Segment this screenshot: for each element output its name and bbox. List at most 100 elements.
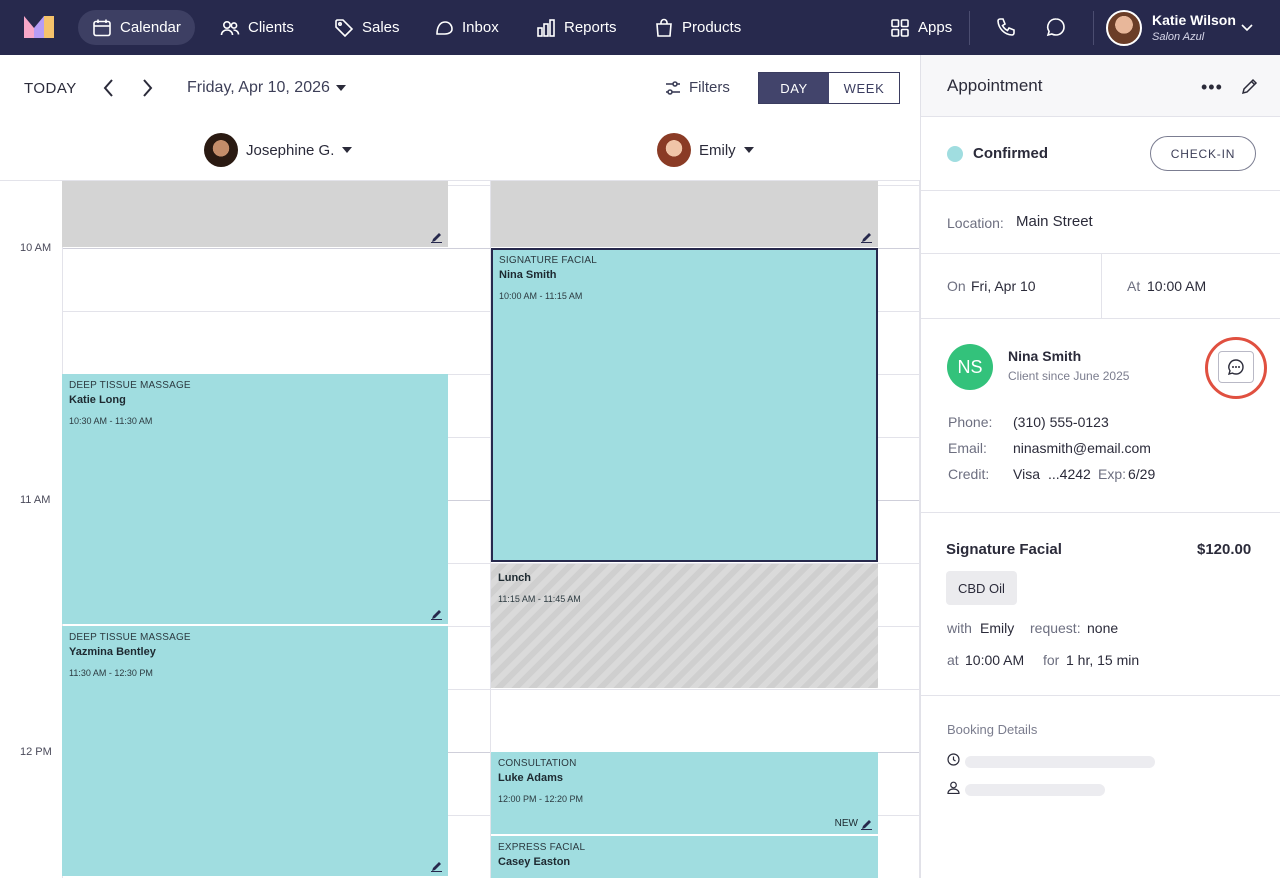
appointment-time: 10:00 AM - 11:15 AM (499, 291, 583, 301)
status-text: Confirmed (973, 145, 1048, 162)
more-options-button[interactable]: ••• (1201, 77, 1223, 98)
appointment-card-selected[interactable]: SIGNATURE FACIAL Nina Smith 10:00 AM - 1… (491, 248, 878, 562)
users-icon (220, 20, 240, 35)
view-week-button[interactable]: WEEK (829, 73, 899, 103)
divider (921, 190, 1280, 191)
sliders-icon (666, 80, 680, 95)
exp-value: 6/29 (1128, 466, 1156, 482)
appointment-client: Luke Adams (498, 772, 564, 784)
staff-name: Josephine G. (246, 141, 335, 159)
pencil-icon[interactable] (861, 232, 872, 243)
person-icon (947, 781, 960, 794)
booking-details-heading: Booking Details (947, 722, 1038, 737)
chevron-left-icon (103, 79, 113, 97)
clock-icon (947, 753, 960, 766)
service-price: $120.00 (1197, 541, 1252, 558)
nav-sales[interactable]: Sales (320, 10, 414, 45)
grid-icon (891, 18, 909, 37)
pencil-icon[interactable] (431, 609, 442, 620)
appointment-client: Lunch (498, 572, 531, 584)
staff-selector-josephine[interactable]: Josephine G. (204, 133, 353, 167)
nav-inbox[interactable]: Inbox (420, 10, 513, 45)
chevron-down-icon[interactable] (1240, 20, 1254, 34)
time-label: At (1127, 278, 1141, 294)
prev-day-button[interactable] (99, 78, 119, 98)
nav-apps[interactable]: Apps (876, 10, 966, 45)
appointment-card[interactable]: EXPRESS FACIAL Casey Easton (491, 836, 878, 878)
phone-label: Phone: (948, 414, 993, 430)
client-since: Client since June 2025 (1008, 369, 1130, 383)
user-avatar[interactable] (1106, 10, 1142, 46)
nav-clients[interactable]: Clients (206, 10, 308, 45)
nav-label: Sales (362, 19, 400, 36)
lunch-break[interactable]: Lunch 11:15 AM - 11:45 AM (491, 564, 878, 688)
appointment-service: DEEP TISSUE MASSAGE (69, 632, 191, 643)
appointment-client: Nina Smith (499, 269, 557, 281)
duration-value: 1 hr, 15 min (1066, 652, 1140, 668)
appointment-client: Katie Long (69, 394, 126, 406)
location-label: Location: (947, 215, 1004, 231)
appointment-time: 12:00 PM - 12:20 PM (498, 794, 584, 804)
duration-label: for (1043, 652, 1060, 668)
message-client-button[interactable] (1218, 351, 1254, 383)
appointment-card[interactable]: DEEP TISSUE MASSAGE Katie Long 10:30 AM … (62, 374, 448, 624)
nav-label: Inbox (462, 19, 499, 36)
appointment-client: Yazmina Bentley (69, 646, 156, 658)
nav-reports[interactable]: Reports (522, 10, 631, 45)
phone-icon (997, 18, 1015, 36)
brand-logo[interactable] (24, 16, 54, 38)
appointment-card[interactable]: CONSULTATION Luke Adams 12:00 PM - 12:20… (491, 752, 878, 834)
bar-chart-icon (537, 18, 555, 37)
filters-button[interactable]: Filters (665, 79, 730, 96)
nav-label: Reports (564, 19, 617, 36)
request-value: none (1087, 620, 1119, 636)
blocked-time[interactable] (62, 181, 448, 247)
appointment-client: Casey Easton (498, 856, 571, 868)
client-name[interactable]: Nina Smith (1008, 348, 1081, 364)
email-value[interactable]: ninasmith@email.com (1013, 440, 1151, 456)
check-in-button[interactable]: CHECK-IN (1150, 136, 1256, 171)
client-avatar: NS (947, 344, 993, 390)
loading-placeholder (965, 784, 1105, 796)
chat-bubble-icon (1046, 18, 1065, 37)
appointment-panel: Appointment ••• Confirmed CHECK-IN Locat… (920, 55, 1280, 878)
staff-avatar (204, 133, 238, 167)
appointment-service: EXPRESS FACIAL (498, 842, 586, 853)
shopping-bag-icon (656, 18, 672, 37)
addon-chip: CBD Oil (946, 571, 1017, 605)
nav-label: Products (682, 19, 742, 36)
time-value: 10:00 AM (1147, 278, 1207, 294)
appointment-service: SIGNATURE FACIAL (499, 255, 598, 266)
top-nav: Calendar Clients Sales Inbox Reports Pro… (0, 0, 1280, 55)
credit-label: Credit: (948, 466, 990, 482)
blocked-time[interactable] (491, 181, 878, 247)
phone-value[interactable]: (310) 555-0123 (1013, 414, 1109, 430)
appointment-service: CONSULTATION (498, 758, 577, 769)
nav-label: Apps (918, 19, 953, 36)
today-button[interactable]: TODAY (24, 80, 77, 97)
at-value: 10:00 AM (965, 652, 1025, 668)
appointment-card[interactable]: DEEP TISSUE MASSAGE Yazmina Bentley 11:3… (62, 626, 448, 876)
appointment-time: 10:30 AM - 11:30 AM (69, 416, 153, 426)
pencil-icon[interactable] (431, 861, 442, 872)
pencil-icon[interactable] (1241, 77, 1259, 95)
status-indicator (947, 146, 963, 162)
date-selector[interactable]: Friday, Apr 10, 2026 (187, 79, 346, 97)
pencil-icon[interactable] (431, 232, 442, 243)
panel-title: Appointment (947, 76, 1043, 95)
nav-calendar[interactable]: Calendar (78, 10, 195, 45)
chevron-right-icon (143, 79, 153, 97)
date-value: Fri, Apr 10 (971, 278, 1036, 294)
calendar-grid: 10 AM 11 AM 12 PM DEEP TISSUE MASSAGE Ka… (0, 180, 920, 878)
chat-button[interactable] (1045, 16, 1069, 40)
view-day-button[interactable]: DAY (759, 73, 829, 103)
phone-button[interactable] (995, 16, 1019, 40)
exp-label: Exp: (1098, 466, 1127, 482)
calendar-icon (93, 19, 111, 36)
staff-selector-emily[interactable]: Emily (657, 133, 754, 167)
next-day-button[interactable] (137, 78, 157, 98)
nav-products[interactable]: Products (640, 10, 755, 45)
pencil-icon[interactable] (861, 819, 872, 830)
time-label: 10 AM (20, 242, 52, 254)
service-name: Signature Facial (946, 541, 1062, 558)
